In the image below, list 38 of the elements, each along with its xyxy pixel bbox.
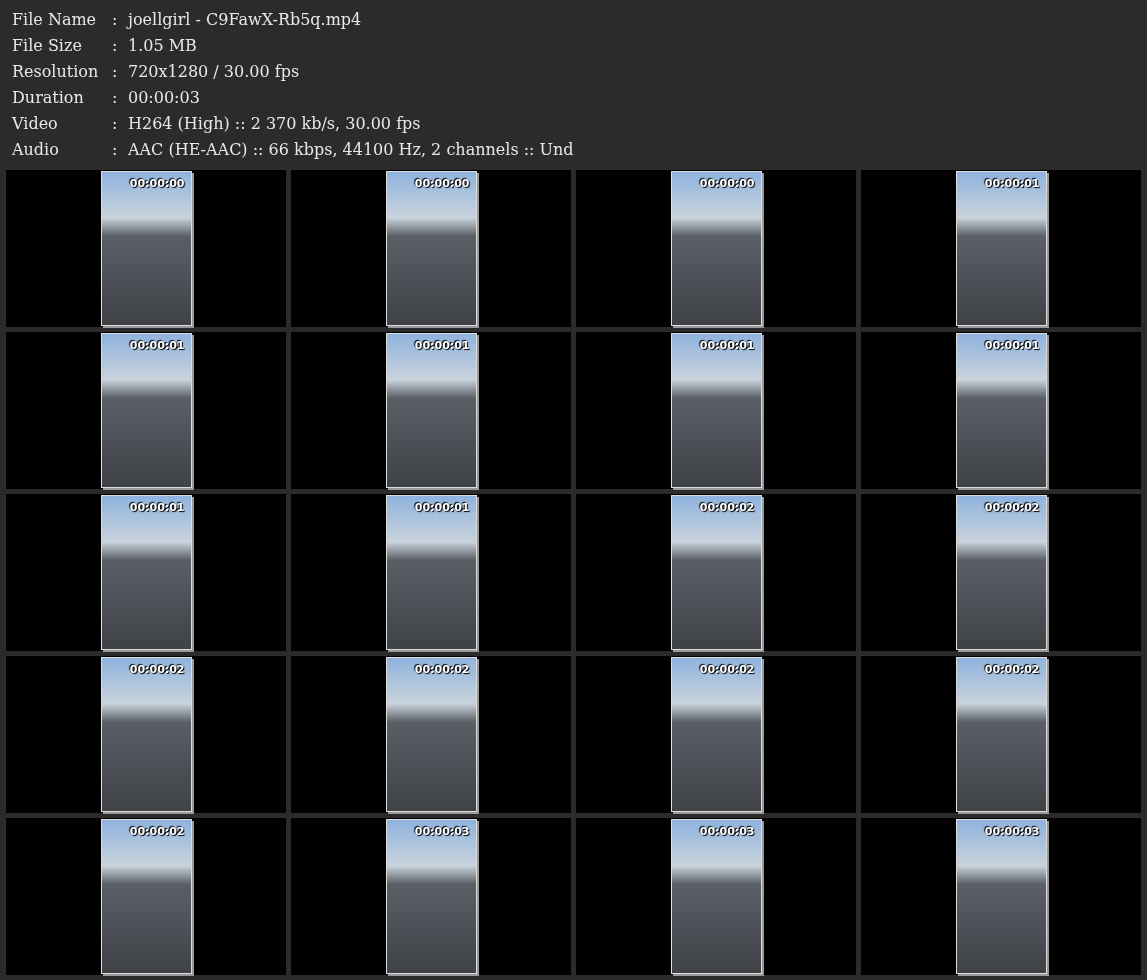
timestamp: 00:00:02 (699, 501, 755, 514)
info-label: File Name (12, 9, 98, 31)
info-value: joellgirl - C9FawX-Rb5q.mp4 (126, 9, 363, 31)
separator-colon: : (112, 35, 119, 57)
info-label: Audio (12, 139, 60, 161)
timestamp: 00:00:01 (984, 339, 1040, 352)
info-label: Video (12, 113, 59, 135)
timestamp: 00:00:01 (129, 339, 185, 352)
separator-colon: : (112, 139, 119, 161)
timestamp: 00:00:01 (984, 177, 1040, 190)
timestamp: 00:00:02 (414, 663, 470, 676)
info-label: Duration (12, 87, 85, 109)
info-value: AAC (HE-AAC) :: 66 kbps, 44100 Hz, 2 channels :: Und (127, 139, 574, 161)
timestamp: 00:00:02 (129, 825, 185, 838)
timestamp: 00:00:03 (414, 825, 470, 838)
timestamp: 00:00:00 (414, 177, 470, 190)
info-value: 00:00:03 (127, 87, 201, 109)
info-value: 1.05 MB (127, 35, 198, 57)
info-value: 720x1280 / 30.00 fps (127, 61, 301, 83)
timestamp: 00:00:03 (699, 825, 755, 838)
timestamp: 00:00:02 (129, 663, 185, 676)
separator-colon: : (112, 9, 119, 31)
timestamp: 00:00:00 (129, 177, 185, 190)
separator-colon: : (112, 87, 119, 109)
info-label: File Size (12, 35, 83, 57)
timestamp: 00:00:01 (699, 339, 755, 352)
timestamp: 00:00:03 (984, 825, 1040, 838)
timestamp: 00:00:02 (984, 663, 1040, 676)
timestamp: 00:00:01 (129, 501, 185, 514)
timestamp: 00:00:00 (699, 177, 755, 190)
timestamp: 00:00:02 (699, 663, 755, 676)
separator-colon: : (112, 61, 119, 83)
timestamp: 00:00:01 (414, 339, 470, 352)
separator-colon: : (112, 113, 119, 135)
info-label: Resolution (12, 61, 100, 83)
timestamp: 00:00:01 (414, 501, 470, 514)
info-value: H264 (High) :: 2 370 kb/s, 30.00 fps (127, 113, 422, 135)
timestamp: 00:00:02 (984, 501, 1040, 514)
